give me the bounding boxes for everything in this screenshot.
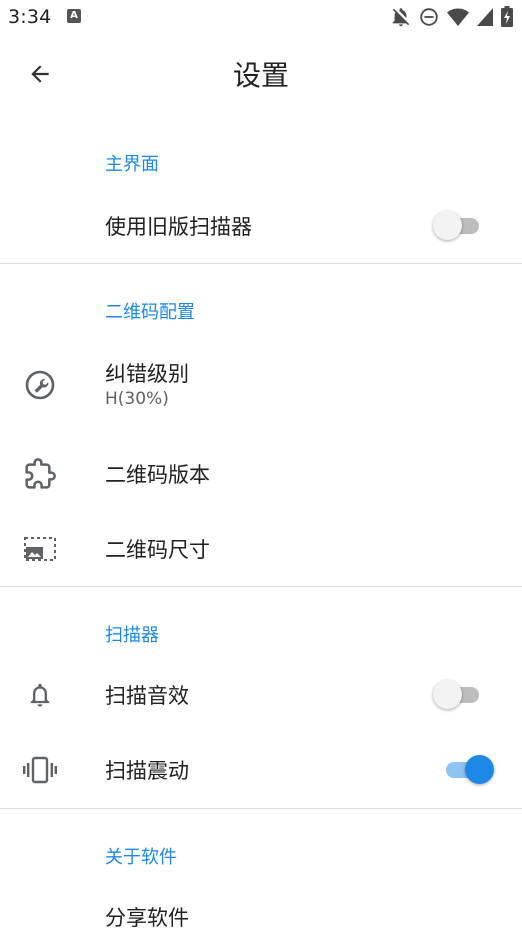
pref-scan-vibrate[interactable]: 扫描震动	[0, 735, 522, 805]
pref-title: 纠错级别	[105, 362, 189, 386]
status-time: 3:34	[8, 6, 52, 28]
switch-thumb	[433, 211, 462, 240]
switch-thumb	[465, 755, 494, 784]
pref-title: 扫描音效	[105, 684, 189, 708]
cell-signal-icon	[476, 7, 494, 27]
bell-icon	[22, 677, 58, 713]
category-qr-config: 二维码配置	[105, 302, 195, 323]
status-bar: 3:34 A	[0, 0, 522, 36]
pref-title: 扫描震动	[105, 759, 189, 783]
app-notification-icon: A	[67, 9, 81, 23]
category-scanner: 扫描器	[105, 625, 159, 646]
puzzle-icon	[22, 456, 58, 492]
vibrate-icon	[22, 752, 58, 788]
battery-charging-icon	[500, 6, 514, 28]
do-not-disturb-icon	[418, 6, 440, 28]
pref-legacy-scanner[interactable]: 使用旧版扫描器	[0, 190, 522, 260]
pref-title: 二维码版本	[105, 463, 210, 487]
switch-thumb	[433, 680, 462, 709]
pref-summary: H(30%)	[105, 389, 169, 409]
pref-title: 二维码尺寸	[105, 538, 210, 562]
category-about: 关于软件	[105, 847, 177, 868]
status-icons	[390, 5, 514, 29]
page-title: 设置	[232, 59, 289, 92]
category-main: 主界面	[105, 154, 159, 175]
wrench-icon	[22, 367, 58, 403]
pref-title: 使用旧版扫描器	[105, 215, 252, 239]
pref-scan-sound[interactable]: 扫描音效	[0, 660, 522, 730]
pref-share[interactable]: 分享软件	[0, 882, 522, 930]
legacy-scanner-switch[interactable]	[433, 208, 493, 244]
pref-qr-size[interactable]: 二维码尺寸	[0, 515, 522, 585]
pref-qr-version[interactable]: 二维码版本	[0, 440, 522, 510]
image-size-icon	[22, 531, 58, 567]
scan-vibrate-switch[interactable]	[438, 752, 498, 788]
app-bar: 设置	[0, 36, 522, 116]
wifi-icon	[446, 6, 470, 28]
notifications-off-icon	[390, 6, 412, 28]
divider	[0, 263, 522, 264]
pref-error-level[interactable]: 纠错级别 H(30%)	[0, 345, 522, 425]
divider	[0, 586, 522, 587]
scan-sound-switch[interactable]	[433, 677, 493, 713]
divider	[0, 808, 522, 809]
